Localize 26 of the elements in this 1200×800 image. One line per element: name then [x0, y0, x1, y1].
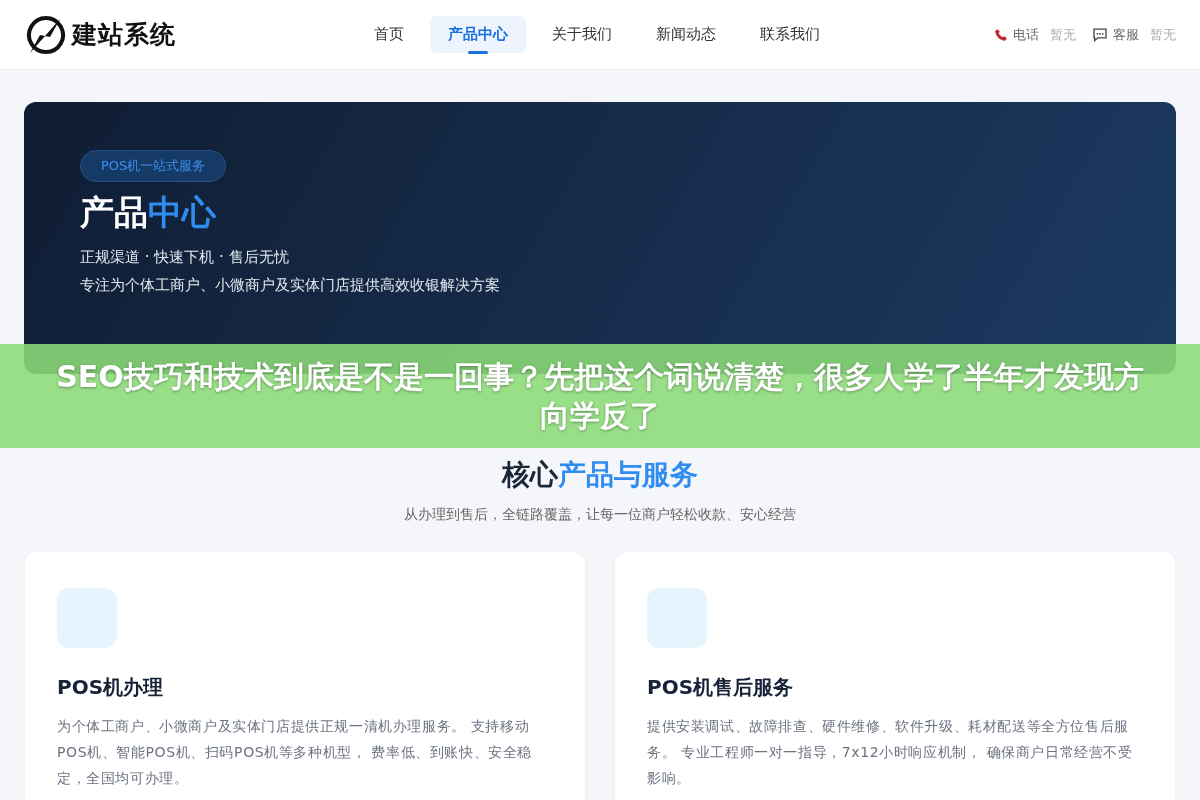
hero-badge: POS机一站式服务 — [80, 150, 227, 182]
nav-tab[interactable]: 首页 — [356, 16, 422, 53]
card-title: POS机办理 — [57, 674, 165, 701]
section-title: 核心产品与服务 — [502, 457, 698, 493]
hero-description: 专注为个体工商户、小微商户及实体门店提供高效收银解决方案 — [80, 274, 500, 295]
nav-tab[interactable]: 产品中心 — [430, 16, 526, 53]
nav-tab[interactable]: 联系我们 — [742, 16, 838, 53]
hero-title: 产品中心 — [80, 192, 216, 233]
phone-icon — [994, 27, 1008, 42]
hero-tagline: 正规渠道 · 快速下机 · 售后无忧 — [80, 246, 289, 267]
contact-value: 暂无 — [1050, 25, 1076, 44]
card-description: 提供安装调试、故障排查、硬件维修、软件升级、耗材配送等全方位售后服务。 专业工程师一对一指导，7x12小时响应机制， 确保商户日常经营不受影响。 — [647, 717, 1134, 788]
contact-value: 暂无 — [1150, 25, 1176, 44]
card-icon — [647, 588, 707, 648]
logo-text[interactable]: 建站系统 — [72, 18, 176, 51]
card-icon — [57, 588, 117, 648]
card-description: 为个体工商户、小微商户及实体门店提供正规一清机办理服务。 支持移动POS机、智能POS机、扫码POS机等多种机型， 费率低、到账快、安全稳定，全国均可办理。 — [57, 717, 534, 788]
contact-label: 电话 — [1013, 25, 1039, 44]
card-title: POS机售后服务 — [647, 674, 795, 701]
nav-tab[interactable]: 关于我们 — [534, 16, 630, 53]
logo-icon — [26, 14, 66, 55]
contact-label: 客服 — [1113, 25, 1139, 44]
banner-title: SEO技巧和技术到底是不是一回事？先把这个词说清楚，很多人学了半年才发现方向学反了 — [55, 358, 1145, 435]
nav-tab[interactable]: 新闻动态 — [638, 16, 734, 53]
chat-icon — [1092, 27, 1108, 42]
section-subtitle: 从办理到售后，全链路覆盖，让每一位商户轻松收款、安心经营 — [404, 506, 796, 524]
